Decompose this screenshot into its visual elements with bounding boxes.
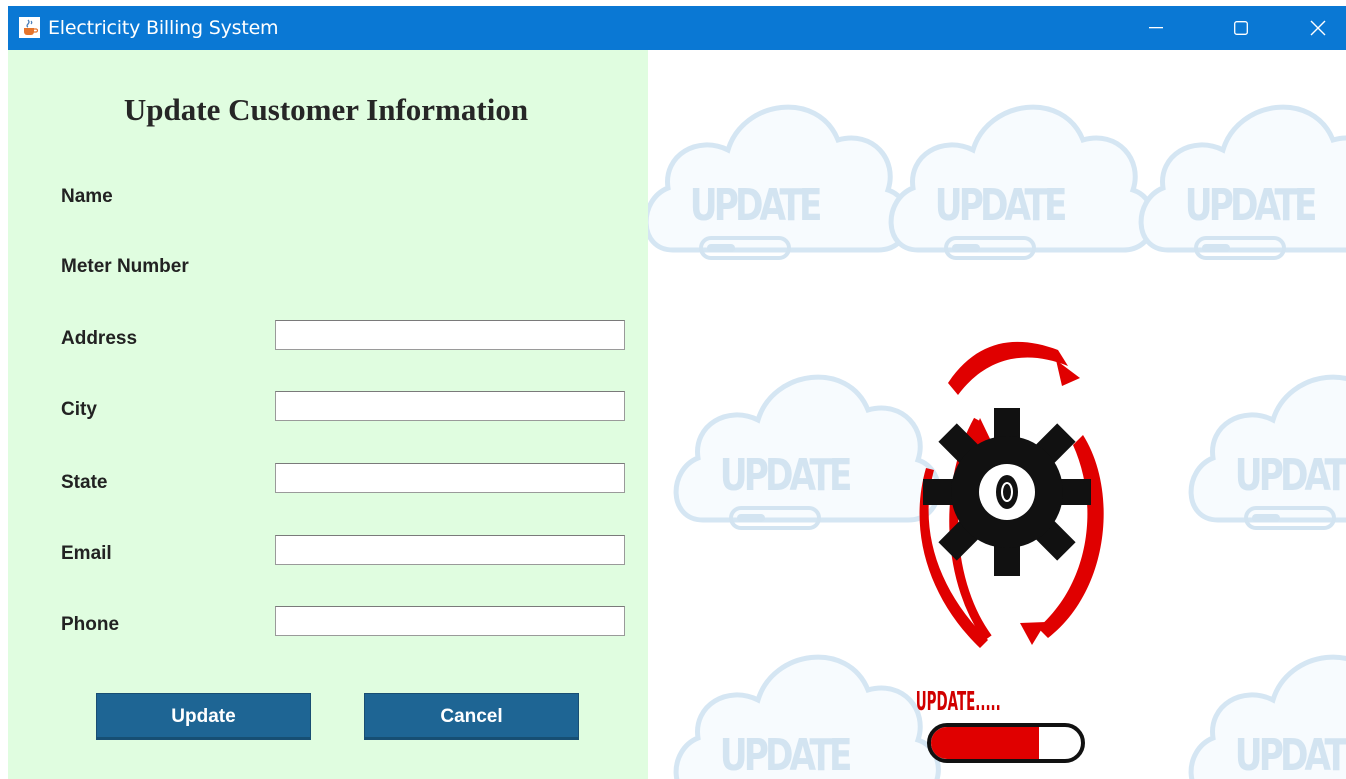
- state-label: State: [61, 472, 108, 493]
- address-label: Address: [61, 328, 138, 349]
- city-label: City: [61, 399, 97, 420]
- page-title-text: Update Customer Information: [123, 92, 529, 127]
- maximize-button[interactable]: [1213, 6, 1269, 50]
- phone-field[interactable]: [275, 606, 625, 636]
- minimize-button[interactable]: [1128, 6, 1184, 50]
- page-title: Update Customer Information: [8, 92, 648, 128]
- cancel-button[interactable]: Cancel: [364, 693, 579, 740]
- update-button[interactable]: Update: [96, 693, 311, 740]
- window-title: Electricity Billing System: [48, 17, 279, 39]
- name-label: Name: [61, 186, 113, 207]
- form-panel: Update Customer Information Name Meter N…: [8, 50, 648, 779]
- progress-fill: [931, 727, 1039, 759]
- email-field[interactable]: [275, 535, 625, 565]
- address-field[interactable]: [275, 320, 625, 350]
- java-cup-icon: [19, 17, 40, 38]
- minimize-icon: [1149, 27, 1163, 29]
- close-button[interactable]: [1290, 6, 1346, 50]
- meter-number-label: Meter Number: [61, 256, 189, 277]
- city-field[interactable]: [275, 391, 625, 421]
- maximize-icon: [1234, 21, 1248, 35]
- close-icon: [1310, 20, 1326, 36]
- update-progress-bar: [927, 723, 1085, 763]
- phone-label: Phone: [61, 614, 120, 635]
- update-caption: UPDATE.....: [916, 686, 1001, 716]
- title-bar[interactable]: Electricity Billing System: [8, 6, 1346, 50]
- update-illustration-panel: UPDATE.....: [648, 50, 1346, 779]
- gear-icon: [923, 408, 1091, 576]
- email-label: Email: [61, 543, 112, 564]
- update-illustration: UPDATE.....: [648, 50, 1346, 779]
- state-field[interactable]: [275, 463, 625, 493]
- app-window: Electricity Billing System Update Custom…: [8, 6, 1346, 779]
